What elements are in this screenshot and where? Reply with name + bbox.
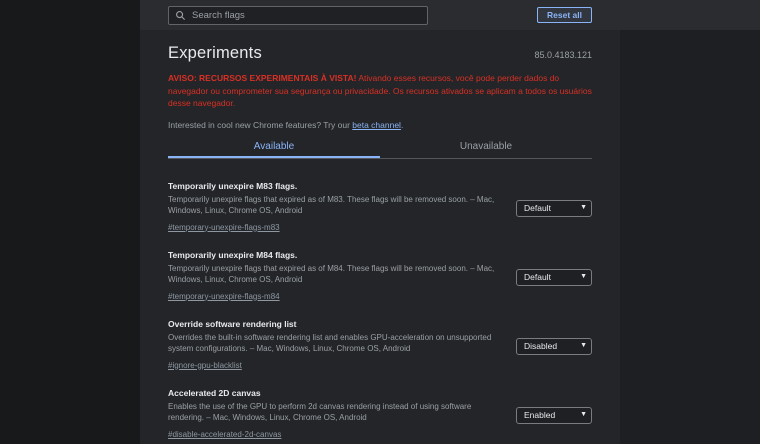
flag-description: Temporarily unexpire flags that expired …: [168, 263, 495, 285]
flags-header: Reset all: [140, 0, 760, 30]
flag-permalink[interactable]: #temporary-unexpire-flags-m84: [168, 292, 280, 301]
flag-permalink[interactable]: #ignore-gpu-blacklist: [168, 361, 242, 370]
reset-all-button[interactable]: Reset all: [537, 7, 592, 23]
flag-title: Accelerated 2D canvas: [168, 387, 261, 398]
flag-info: Temporarily unexpire M83 flags. Temporar…: [168, 181, 498, 235]
flag-info: Accelerated 2D canvas Enables the use of…: [168, 388, 498, 442]
page-title: Experiments: [168, 44, 262, 62]
left-gutter: [0, 0, 140, 444]
header-inner: Reset all: [140, 0, 620, 30]
promo-text: Interested in cool new Chrome features? …: [168, 120, 592, 130]
flag-row: Accelerated 2D canvas Enables the use of…: [168, 388, 592, 442]
flag-select[interactable]: Default: [516, 199, 592, 217]
search-icon: [176, 10, 186, 20]
flag-row: Temporarily unexpire M84 flags. Temporar…: [168, 250, 592, 304]
flag-permalink[interactable]: #temporary-unexpire-flags-m83: [168, 223, 280, 232]
flag-select-wrap: Default ▼: [516, 198, 592, 217]
flag-select-wrap: Enabled ▼: [516, 405, 592, 424]
tab-available[interactable]: Available: [168, 137, 380, 158]
flag-permalink[interactable]: #disable-accelerated-2d-canvas: [168, 430, 281, 439]
content-column: Experiments 85.0.4183.121 AVISO: RECURSO…: [140, 30, 620, 444]
flag-select-wrap: Default ▼: [516, 267, 592, 286]
promo-suffix: .: [400, 119, 404, 130]
promo-prefix: Interested in cool new Chrome features? …: [168, 119, 353, 130]
beta-channel-link[interactable]: beta channel: [352, 120, 401, 130]
tab-strip: Available Unavailable: [168, 137, 592, 159]
warning-banner: AVISO: RECURSOS EXPERIMENTAIS À VISTA! A…: [168, 72, 592, 110]
flag-list: Temporarily unexpire M83 flags. Temporar…: [168, 181, 592, 442]
flag-title: Override software rendering list: [168, 318, 297, 329]
flag-row: Temporarily unexpire M83 flags. Temporar…: [168, 181, 592, 235]
version-label: 85.0.4183.121: [534, 50, 592, 60]
flag-description: Enables the use of the GPU to perform 2d…: [168, 401, 472, 423]
flag-select-wrap: Disabled ▼: [516, 336, 592, 355]
flag-title: Temporarily unexpire M83 flags.: [168, 180, 298, 191]
flag-row: Override software rendering list Overrid…: [168, 319, 592, 373]
flag-select[interactable]: Disabled: [516, 337, 592, 355]
search-input[interactable]: [192, 9, 421, 21]
search-box: [168, 5, 428, 25]
flag-info: Override software rendering list Overrid…: [168, 319, 498, 373]
warning-emphasis: AVISO: RECURSOS EXPERIMENTAIS À VISTA!: [168, 73, 357, 83]
flag-description: Overrides the built-in software renderin…: [168, 332, 492, 354]
flag-description: Temporarily unexpire flags that expired …: [168, 194, 495, 216]
tab-unavailable[interactable]: Unavailable: [380, 137, 592, 158]
title-row: Experiments 85.0.4183.121: [168, 44, 592, 63]
main-area: Experiments 85.0.4183.121 AVISO: RECURSO…: [140, 30, 760, 444]
flag-title: Temporarily unexpire M84 flags.: [168, 249, 298, 260]
flag-select[interactable]: Default: [516, 268, 592, 286]
flag-select[interactable]: Enabled: [516, 406, 592, 424]
flag-info: Temporarily unexpire M84 flags. Temporar…: [168, 250, 498, 304]
